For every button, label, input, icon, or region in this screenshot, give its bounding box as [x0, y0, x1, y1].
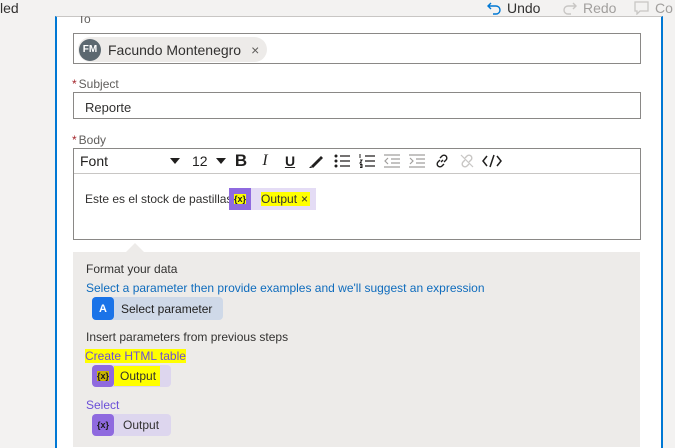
- required-marker: *: [72, 133, 77, 147]
- to-field[interactable]: FM Facundo Montenegro ×: [73, 33, 641, 64]
- group-title-create-html-table[interactable]: Create HTML table: [85, 349, 186, 363]
- code-icon: [482, 154, 502, 168]
- output-token-label: Output: [114, 366, 161, 386]
- create-html-table-output-token[interactable]: {x} Output: [92, 365, 171, 387]
- group-title-text: Create HTML table: [85, 349, 186, 363]
- redo-button[interactable]: Redo: [563, 0, 616, 16]
- redo-icon: [563, 2, 577, 15]
- font-size-value: 12: [192, 153, 208, 169]
- bold-button[interactable]: B: [231, 151, 251, 171]
- caret-down-icon: [170, 157, 180, 164]
- remove-recipient-icon[interactable]: ×: [251, 42, 259, 58]
- group-title-select[interactable]: Select: [86, 398, 119, 412]
- recipient-chip: FM Facundo Montenegro ×: [78, 37, 268, 62]
- format-data-heading: Format your data: [86, 262, 178, 276]
- subject-value: Reporte: [85, 100, 132, 115]
- insert-link-button[interactable]: [432, 151, 452, 171]
- subject-label-text: Subject: [78, 77, 119, 91]
- remove-token-icon[interactable]: ×: [299, 192, 311, 206]
- pen-icon: [309, 156, 323, 168]
- decrease-indent-button[interactable]: [382, 151, 402, 171]
- numbered-list-button[interactable]: [357, 151, 377, 171]
- bullet-list-button[interactable]: [332, 151, 352, 171]
- code-view-button[interactable]: [481, 151, 503, 171]
- numbered-list-icon: [359, 154, 375, 168]
- format-data-link[interactable]: Select a parameter then provide examples…: [86, 281, 485, 295]
- variable-icon: {x}: [92, 414, 114, 436]
- recipient-name: Facundo Montenegro: [108, 41, 242, 58]
- body-label: * Body: [72, 133, 106, 147]
- text-color-button[interactable]: [306, 151, 326, 171]
- select-output-token[interactable]: {x} Output: [92, 414, 171, 436]
- output-token-label: Output ×: [251, 192, 316, 206]
- output-token[interactable]: {x} Output ×: [229, 188, 317, 210]
- save-status-text: led: [0, 0, 19, 16]
- subject-input[interactable]: Reporte: [73, 92, 641, 119]
- variable-icon: {x}: [92, 365, 114, 387]
- output-token-label: Output: [123, 418, 160, 432]
- comment-label: Co: [655, 0, 673, 16]
- variable-icon-glyph: {x}: [96, 420, 109, 430]
- font-family-value: Font: [80, 153, 109, 169]
- rich-text-toolbar: Font 12 B I U: [74, 149, 640, 174]
- body-editor[interactable]: Font 12 B I U Este es el stock de pastil…: [73, 148, 641, 240]
- undo-button[interactable]: Undo: [487, 0, 540, 16]
- select-parameter-label: Select parameter: [121, 301, 213, 316]
- caret-down-icon: [216, 157, 226, 164]
- insert-parameters-heading: Insert parameters from previous steps: [86, 330, 289, 344]
- increase-indent-button[interactable]: [407, 151, 427, 171]
- redo-label: Redo: [583, 0, 617, 16]
- decrease-indent-icon: [384, 154, 400, 168]
- undo-icon: [487, 2, 501, 15]
- undo-label: Undo: [507, 0, 541, 16]
- required-marker: *: [72, 77, 77, 91]
- font-size-dropdown[interactable]: 12: [192, 151, 226, 171]
- body-label-text: Body: [78, 133, 107, 147]
- remove-link-button[interactable]: [457, 151, 477, 171]
- underline-button[interactable]: U: [280, 151, 300, 171]
- parameter-icon-glyph: A: [99, 302, 107, 315]
- bullet-list-icon: [334, 154, 350, 168]
- parameter-icon: A: [92, 297, 114, 320]
- to-label: To: [78, 16, 91, 26]
- subject-label: * Subject: [72, 77, 119, 91]
- dynamic-content-panel: Format your data Select a parameter then…: [73, 252, 640, 447]
- avatar: FM: [79, 38, 101, 61]
- variable-icon-glyph: {x}: [233, 194, 246, 204]
- comment-button[interactable]: Co: [634, 0, 673, 16]
- comment-icon: [634, 1, 649, 15]
- font-family-dropdown[interactable]: Font: [80, 151, 180, 171]
- unlink-icon: [460, 154, 474, 168]
- italic-button[interactable]: I: [256, 151, 274, 171]
- increase-indent-icon: [409, 154, 425, 168]
- variable-icon-glyph: {x}: [96, 371, 109, 381]
- select-parameter-button[interactable]: A Select parameter: [92, 297, 223, 320]
- variable-icon: {x}: [229, 188, 251, 210]
- body-text: Este es el stock de pastillas: [85, 192, 233, 206]
- panel-caret: [126, 243, 144, 252]
- link-icon: [436, 154, 448, 168]
